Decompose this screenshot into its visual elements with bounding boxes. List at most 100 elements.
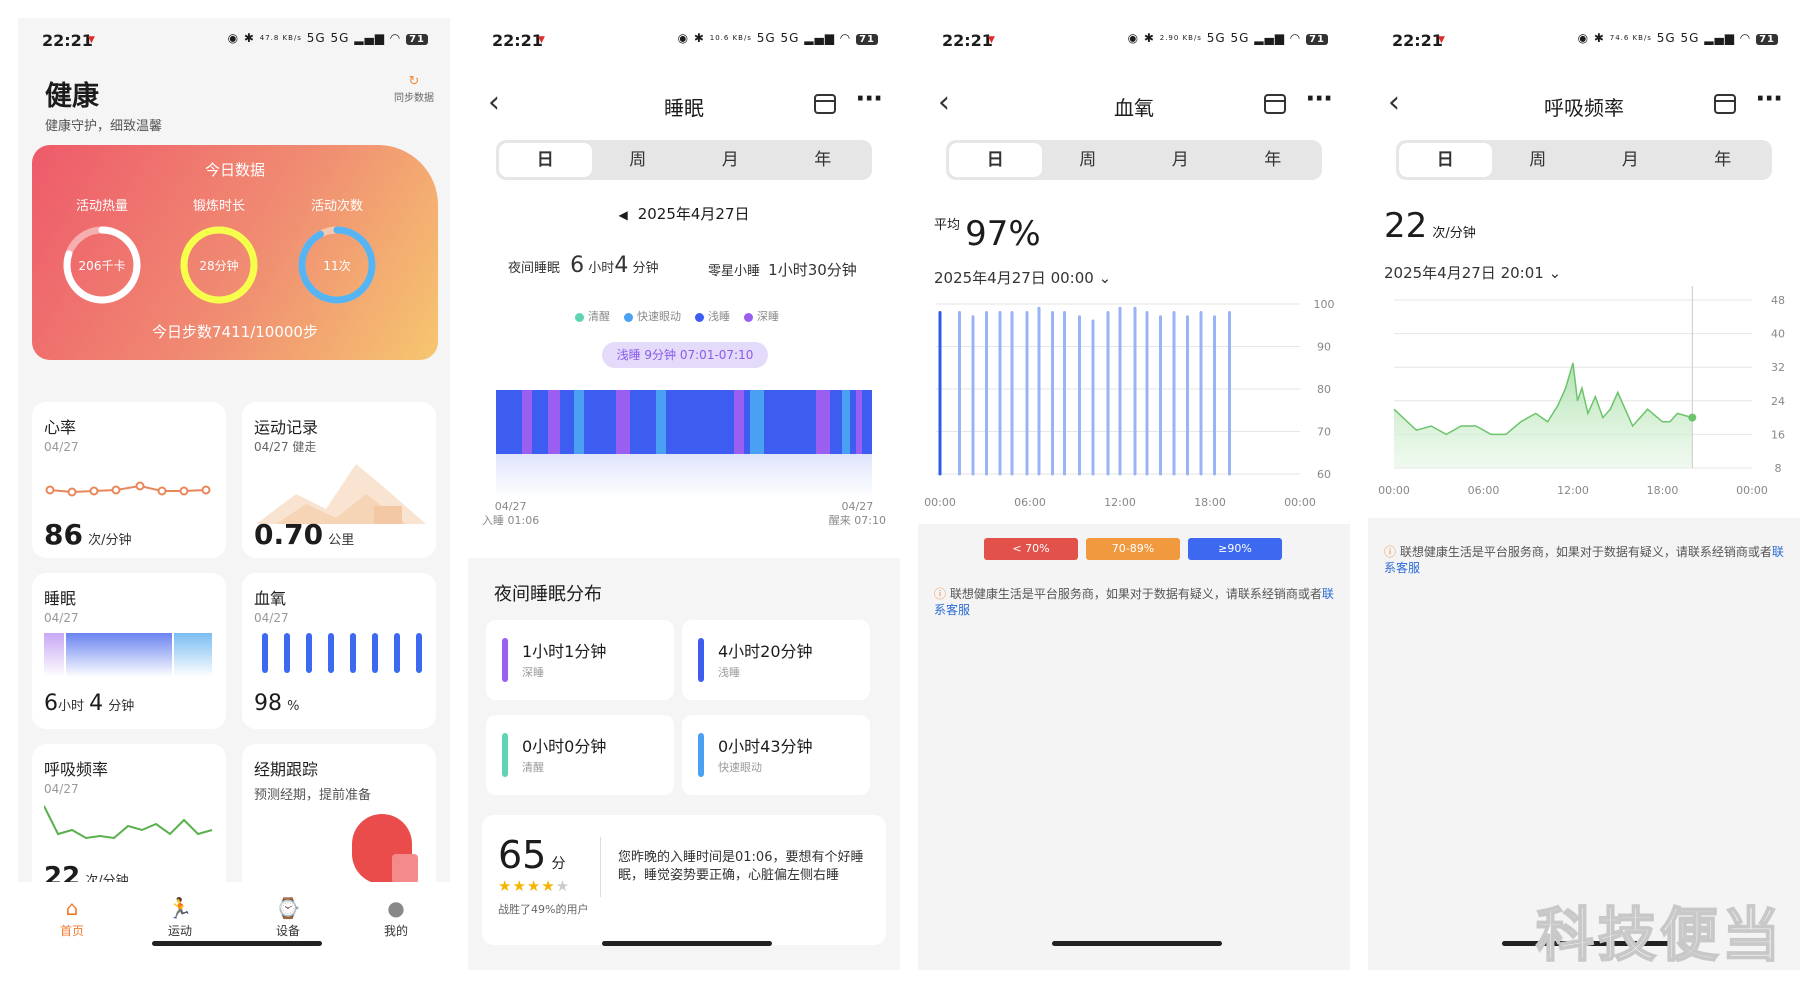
sync-button[interactable]: ↻ 同步数据: [390, 74, 438, 104]
ring-label: 锻炼时长: [192, 199, 245, 214]
nav-item[interactable]: 🏃 运动: [126, 896, 234, 939]
today-steps: 今日步数7411/10000步: [152, 323, 318, 341]
y-tick-label: 8: [1775, 462, 1782, 475]
calendar-icon[interactable]: [1714, 94, 1736, 114]
tab-day[interactable]: 日: [499, 143, 592, 177]
breath-card[interactable]: 呼吸频率 04/27 22 次/分钟: [32, 744, 226, 900]
stage-duration: 0小时43分钟: [718, 737, 813, 756]
card-title: 经期跟踪: [254, 760, 319, 779]
status-bar: 22:21 ▼ ◉ ✱ 10.6 KB/s 5G 5G ▂▄▆ ◠ 71: [468, 18, 900, 66]
net-speed: 74.6 KB/s: [1609, 34, 1652, 42]
nav-label: 设备: [275, 924, 300, 938]
night-sleep-summary: 夜间睡眠 6 小时4 分钟: [508, 253, 658, 278]
workout-card[interactable]: 运动记录 04/27 健走 0.70 公里: [242, 402, 436, 558]
card-title: 血氧: [254, 589, 287, 608]
status-icons: ◉ ✱ 2.90 KB/s 5G 5G ▂▄▆ ◠ 71: [1128, 31, 1328, 45]
score-beat: 战胜了49%的用户: [498, 903, 589, 916]
notification-arrow-icon: ▼: [1438, 35, 1445, 45]
more-icon[interactable]: ···: [1755, 84, 1783, 114]
spo2-topbar: ‹ 血氧 ···: [918, 78, 1350, 138]
tab-week[interactable]: 周: [1492, 143, 1585, 177]
breath-topbar: ‹ 呼吸频率 ···: [1368, 78, 1800, 138]
tab-month[interactable]: 月: [684, 143, 777, 177]
activity-ring: 28分钟: [180, 226, 258, 304]
range-chip: ≥90%: [1188, 538, 1282, 560]
ring-value: 206千卡: [79, 259, 126, 273]
tab-year[interactable]: 年: [1677, 143, 1770, 177]
stage-label: 浅睡: [718, 666, 740, 679]
home-indicator: [152, 941, 322, 946]
calendar-icon[interactable]: [814, 94, 836, 114]
spo2-screen: 22:21 ▼ ◉ ✱ 2.90 KB/s 5G 5G ▂▄▆ ◠ 71 ‹ 血…: [918, 18, 1350, 970]
tab-year[interactable]: 年: [1227, 143, 1320, 177]
tab-month[interactable]: 月: [1584, 143, 1677, 177]
sleep-advice: 您昨晚的入睡时间是01:06，要想有个好睡眠，睡觉姿势要正确，心脏偏左侧右睡: [618, 850, 864, 883]
legend-item: 深睡: [744, 308, 779, 324]
stage-label: 深睡: [522, 666, 544, 679]
stage-duration: 4小时20分钟: [718, 642, 813, 661]
signal-label: 5G 5G: [1656, 31, 1700, 45]
x-tick-label: 12:00: [1557, 484, 1589, 497]
nav-label: 首页: [59, 924, 84, 938]
spo2-mini-bars: [262, 633, 422, 673]
date-selector[interactable]: ◀ 2025年4月27日: [468, 203, 900, 224]
sleep-minutes-unit: 分钟: [108, 699, 135, 714]
tab-day[interactable]: 日: [1399, 143, 1492, 177]
legend-item: 快速眼动: [624, 308, 681, 324]
tab-week[interactable]: 周: [1042, 143, 1135, 177]
y-tick-label: 100: [1314, 298, 1335, 311]
nav-item[interactable]: ⌂ 首页: [18, 896, 126, 939]
page-subtitle: 健康守护，细致温馨: [45, 119, 163, 134]
sleep-minutes: 4: [89, 691, 104, 716]
x-tick-label: 12:00: [1104, 496, 1136, 509]
notification-arrow-icon: ▼: [538, 35, 545, 45]
notice: ⓘ 联想健康生活是平台服务商，如果对于数据有疑义，请联系经销商或者联系客服: [934, 586, 1344, 618]
status-icons: ◉ ✱ 47.8 KB/s 5G 5G ▂▄▆ ◠ 71: [228, 31, 428, 45]
stage-color-bar: [698, 733, 704, 777]
x-tick-label: 06:00: [1014, 496, 1046, 509]
sleep-card[interactable]: 睡眠 04/27 6小时 4 分钟: [32, 573, 226, 729]
status-icons: ◉ ✱ 10.6 KB/s 5G 5G ▂▄▆ ◠ 71: [678, 31, 878, 45]
datetime-selector[interactable]: 2025年4月27日 00:00 ⌄: [934, 267, 1111, 288]
x-tick-label: 06:00: [1468, 484, 1500, 497]
tab-year[interactable]: 年: [777, 143, 870, 177]
hr-point: [157, 486, 167, 496]
prev-date-icon[interactable]: ◀: [618, 208, 627, 222]
stage-segment: [522, 390, 532, 454]
y-tick-label: 90: [1317, 341, 1331, 354]
hr-point: [89, 486, 99, 496]
more-icon[interactable]: ···: [855, 84, 883, 114]
today-data-card[interactable]: 今日数据 活动热量 206千卡 锻炼时长 28分钟 活动次数 11次 今日步数7411/1…: [32, 145, 438, 360]
nav-item[interactable]: ⌚ 设备: [234, 896, 342, 939]
nap-summary: 零星小睡 1小时30分钟: [708, 259, 857, 280]
nav-item[interactable]: ● 我的: [342, 896, 450, 939]
status-bar: 22:21 ▼ ◉ ✱ 2.90 KB/s 5G 5G ▂▄▆ ◠ 71: [918, 18, 1350, 66]
night-label: 夜间睡眠: [508, 261, 561, 276]
spo2-value-row: 98 %: [254, 691, 299, 716]
y-tick-label: 32: [1771, 361, 1785, 374]
net-speed: 10.6 KB/s: [709, 34, 752, 42]
spo2-datetime: 2025年4月27日 00:00: [934, 269, 1094, 287]
period-card[interactable]: 经期跟踪 预测经期，提前准备: [242, 744, 436, 900]
status-bar: 22:21 ▼ ◉ ✱ 47.8 KB/s 5G 5G ▂▄▆ ◠ 71: [18, 18, 450, 66]
calendar-icon[interactable]: [1264, 94, 1286, 114]
y-tick-label: 48: [1771, 294, 1785, 307]
more-icon[interactable]: ···: [1305, 84, 1333, 114]
period-tabs: 日 周 月 年: [1396, 140, 1772, 180]
tab-week[interactable]: 周: [592, 143, 685, 177]
tab-month[interactable]: 月: [1134, 143, 1227, 177]
range-chip: 70-89%: [1086, 538, 1180, 560]
battery-icon: 71: [856, 34, 878, 45]
tab-day[interactable]: 日: [949, 143, 1042, 177]
end-date: 04/27: [841, 500, 874, 513]
stage-segment: [656, 390, 666, 454]
heart-rate-card[interactable]: 心率 04/27 86 次/分钟: [32, 402, 226, 558]
battery-icon: 71: [1306, 34, 1328, 45]
sleep-stage-chart: [496, 390, 872, 454]
y-tick-label: 70: [1317, 426, 1331, 439]
spo2-card[interactable]: 血氧 04/27 98 %: [242, 573, 436, 729]
score-card[interactable]: 65 分 ★★★★★ 战胜了49%的用户 您昨晚的入睡时间是01:06，要想有个…: [482, 815, 886, 945]
watermark: 科技便当: [1535, 900, 1785, 970]
sync-label: 同步数据: [394, 93, 434, 104]
stage-segment: [842, 390, 850, 454]
